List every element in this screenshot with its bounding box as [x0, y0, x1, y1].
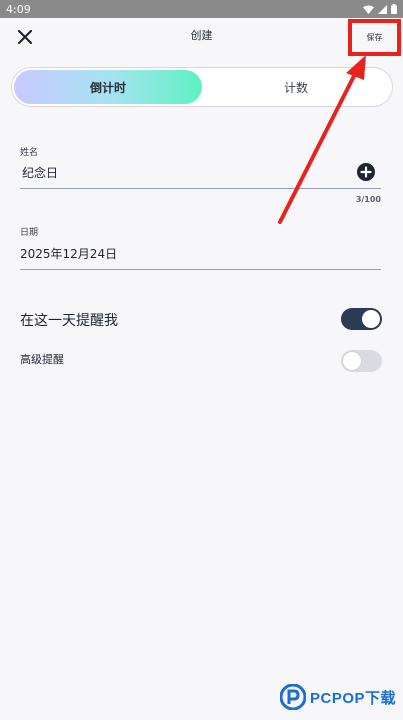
remind-label: 在这一天提醒我 — [20, 313, 118, 329]
battery-icon — [391, 4, 397, 14]
mode-tabs: 倒计时 计数 — [11, 67, 393, 107]
watermark-text: PCPOP下载 — [310, 689, 397, 707]
remind-toggle-knob — [362, 310, 380, 328]
advanced-toggle-knob — [343, 352, 361, 370]
page-title: 创建 — [190, 29, 213, 42]
tab-count[interactable]: 计数 — [202, 70, 390, 104]
save-highlight-box: 保存 — [348, 19, 401, 56]
wifi-icon — [363, 4, 374, 14]
tab-countdown[interactable]: 倒计时 — [14, 70, 202, 104]
signal-icon — [378, 4, 387, 14]
watermark: PCPOP下载 — [280, 684, 396, 710]
save-button[interactable]: 保存 — [367, 32, 383, 43]
status-bar: 4:09 — [0, 0, 403, 18]
date-input[interactable]: 2025年12月24日 — [20, 245, 117, 262]
status-icons — [363, 4, 397, 14]
name-underline — [20, 188, 381, 189]
status-time: 4:09 — [6, 2, 31, 16]
remind-toggle[interactable] — [341, 308, 382, 330]
name-label: 姓名 — [20, 148, 39, 158]
add-icon[interactable] — [357, 163, 375, 181]
date-underline — [20, 269, 381, 270]
name-input[interactable]: 纪念日 — [22, 164, 58, 181]
advanced-label: 高级提醒 — [20, 353, 64, 366]
advanced-toggle[interactable] — [341, 350, 382, 372]
name-char-counter: 3/100 — [355, 195, 381, 204]
pcpop-logo-icon — [280, 684, 306, 710]
date-label: 日期 — [20, 228, 39, 238]
